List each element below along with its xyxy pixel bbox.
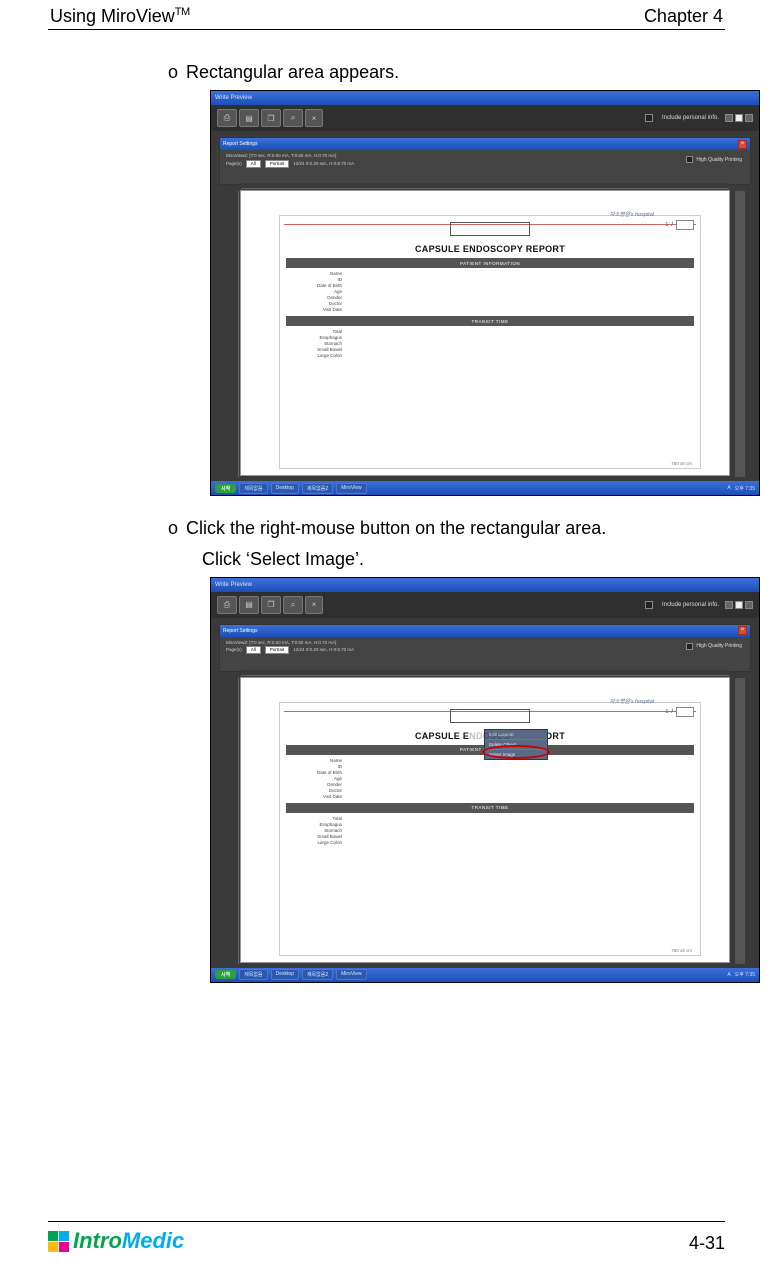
task-item[interactable]: 제목없음 bbox=[239, 483, 267, 494]
taskbar: 시작 제목없음 Desktop 제목없음2 MiroView A 오후 7:35 bbox=[211, 481, 759, 495]
hq-print-checkbox[interactable] bbox=[686, 643, 693, 650]
page-prev-icon[interactable] bbox=[725, 601, 733, 609]
tool-copy-icon[interactable]: ❐ bbox=[261, 596, 281, 614]
step-b-sub: Click ‘Select Image’. bbox=[168, 547, 725, 571]
page-next-icon[interactable] bbox=[745, 601, 753, 609]
start-button[interactable]: 시작 bbox=[215, 970, 236, 979]
scrollbar-vertical[interactable] bbox=[735, 678, 745, 964]
ctx-select-image[interactable]: Select Image bbox=[485, 750, 547, 759]
dialog-close-icon[interactable]: × bbox=[738, 140, 747, 149]
step-b: o Click the right-mouse button on the re… bbox=[168, 516, 725, 540]
hq-print-label: High Quality Printing bbox=[696, 157, 742, 163]
lang-indicator[interactable]: A bbox=[727, 485, 730, 491]
step-a: o Rectangular area appears. bbox=[168, 60, 725, 84]
patient-info-labels: Name ID Date of Birth Age Gender Doctor … bbox=[286, 271, 694, 312]
page-prev-icon[interactable] bbox=[725, 114, 733, 122]
dialog-title: Report Settings bbox=[223, 141, 257, 147]
tool-copy-icon[interactable]: ❐ bbox=[261, 109, 281, 127]
lang-indicator[interactable]: A bbox=[727, 972, 730, 978]
figure-select-image: Write Preview ⎙ ▤ ❐ ⌕ × Include personal… bbox=[210, 577, 760, 983]
ruler-horizontal bbox=[241, 670, 729, 676]
include-personal-checkbox[interactable] bbox=[645, 114, 653, 122]
hq-print-checkbox[interactable] bbox=[686, 156, 693, 163]
report-settings-dialog: Report Settings × MiroView2: [T:0 sec, R… bbox=[219, 624, 751, 672]
task-item[interactable]: 제목없음 bbox=[239, 969, 267, 980]
header-left: Using MiroViewTM bbox=[50, 6, 190, 27]
clock: 오후 7:35 bbox=[735, 971, 755, 978]
task-item[interactable]: MiroView bbox=[336, 969, 366, 980]
tool-close-icon[interactable]: × bbox=[305, 596, 323, 614]
page-size-label: 760 x8 cm bbox=[671, 948, 692, 953]
task-item[interactable]: 제목없음2 bbox=[302, 969, 333, 980]
section-transit-time: TRANSIT TIME bbox=[286, 316, 694, 326]
section-transit-time: TRANSIT TIME bbox=[286, 803, 694, 813]
brand-logo: IntroMedic bbox=[48, 1228, 184, 1254]
include-personal-label: Include personal info. bbox=[662, 115, 719, 121]
page-number: 4-31 bbox=[689, 1233, 725, 1254]
task-item[interactable]: MiroView bbox=[336, 483, 366, 494]
page-size-label: 760 x8 cm bbox=[671, 461, 692, 466]
step-b-text: Click the right-mouse button on the rect… bbox=[186, 516, 606, 540]
system-tray: A 오후 7:35 bbox=[727, 971, 755, 978]
tool-save-icon[interactable]: ⎙ bbox=[217, 109, 237, 127]
report-settings-dialog: Report Settings × MiroView2: [T:0 sec, R… bbox=[219, 137, 751, 185]
report-page: 자소병원's hospital 1/ CAPSULE ENDOSCOPY REP… bbox=[279, 215, 701, 469]
dialog-close-icon[interactable]: × bbox=[738, 626, 747, 635]
pages-select[interactable]: All bbox=[246, 646, 261, 654]
logo-squares-icon bbox=[48, 1231, 69, 1252]
transit-time-labels: Total Esophagus Stomach Small Bowel Larg… bbox=[286, 816, 694, 845]
hospital-name: 자소병원's hospital bbox=[609, 210, 654, 218]
report-canvas: 자소병원's hospital 1/ CAPSULE ENDOSCOPY REP… bbox=[241, 191, 729, 475]
scrollbar-vertical[interactable] bbox=[735, 191, 745, 477]
ruler-horizontal bbox=[241, 183, 729, 189]
header-right: Chapter 4 bbox=[644, 6, 723, 27]
page-footer: IntroMedic 4-31 bbox=[48, 1221, 725, 1254]
tool-print-icon[interactable]: ▤ bbox=[239, 596, 259, 614]
include-personal-checkbox[interactable] bbox=[645, 601, 653, 609]
task-item[interactable]: Desktop bbox=[271, 483, 299, 494]
pages-select[interactable]: All bbox=[246, 160, 261, 168]
include-personal-label: Include personal info. bbox=[662, 602, 719, 608]
tool-close-icon[interactable]: × bbox=[305, 109, 323, 127]
toolbar: ⎙ ▤ ❐ ⌕ × Include personal info. bbox=[211, 105, 759, 131]
patient-info-labels: Name ID Date of Birth Age Gender Doctor … bbox=[286, 758, 694, 799]
tool-save-icon[interactable]: ⎙ bbox=[217, 596, 237, 614]
step-a-text: Rectangular area appears. bbox=[186, 60, 399, 84]
hq-print-label: High Quality Printing bbox=[696, 643, 742, 649]
system-tray: A 오후 7:35 bbox=[727, 485, 755, 492]
orientation-select[interactable]: Portrait bbox=[265, 160, 290, 168]
start-button[interactable]: 시작 bbox=[215, 484, 236, 493]
selection-rectangle[interactable] bbox=[450, 709, 530, 723]
figure-rect-area: Write Preview ⎙ ▤ ❐ ⌕ × Include personal… bbox=[210, 90, 760, 496]
report-canvas: 자소병원's hospital 1/ Edit Caption Delete O… bbox=[241, 678, 729, 962]
transit-time-labels: Total Esophagus Stomach Small Bowel Larg… bbox=[286, 329, 694, 358]
page-indicator bbox=[735, 114, 743, 122]
page-number-widget: 1/ bbox=[666, 707, 694, 717]
page-indicator bbox=[735, 601, 743, 609]
clock: 오후 7:35 bbox=[735, 485, 755, 492]
taskbar: 시작 제목없음 Desktop 제목없음2 MiroView A 오후 7:35 bbox=[211, 968, 759, 982]
window-titlebar: Write Preview bbox=[211, 91, 759, 105]
tool-print-icon[interactable]: ▤ bbox=[239, 109, 259, 127]
orientation-select[interactable]: Portrait bbox=[265, 646, 290, 654]
ctx-delete-object[interactable]: Delete Object bbox=[485, 740, 547, 750]
hospital-name: 자소병원's hospital bbox=[609, 697, 654, 705]
toolbar: ⎙ ▤ ❐ ⌕ × Include personal info. bbox=[211, 592, 759, 618]
running-header: Using MiroViewTM Chapter 4 bbox=[48, 0, 725, 30]
page-number-widget: 1/ bbox=[666, 220, 694, 230]
tool-zoom-icon[interactable]: ⌕ bbox=[283, 596, 303, 614]
selection-rectangle[interactable] bbox=[450, 222, 530, 236]
ruler-vertical bbox=[233, 678, 239, 964]
dialog-title: Report Settings bbox=[223, 628, 257, 634]
ruler-vertical bbox=[233, 191, 239, 477]
task-item[interactable]: Desktop bbox=[271, 969, 299, 980]
page-next-icon[interactable] bbox=[745, 114, 753, 122]
window-titlebar: Write Preview bbox=[211, 578, 759, 592]
section-patient-info: PATIENT INFORMATION bbox=[286, 258, 694, 268]
tool-zoom-icon[interactable]: ⌕ bbox=[283, 109, 303, 127]
task-item[interactable]: 제목없음2 bbox=[302, 483, 333, 494]
report-page: 자소병원's hospital 1/ Edit Caption Delete O… bbox=[279, 702, 701, 956]
